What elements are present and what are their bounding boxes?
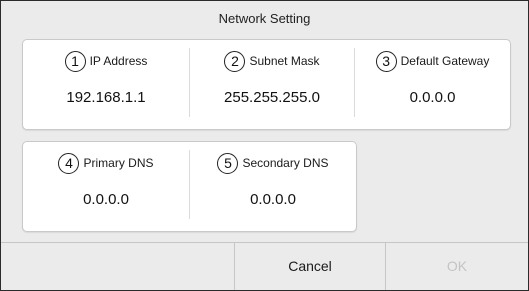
number-5-icon: 5 (217, 152, 239, 174)
subnet-mask-label: Subnet Mask (249, 54, 320, 68)
secondary-dns-label: Secondary DNS (242, 156, 329, 170)
dns-card: 4 Primary DNS 0.0.0.0 5 Secondary DNS 0.… (22, 141, 357, 232)
address-card: 1 IP Address 192.168.1.1 2 Subnet Mask 2… (22, 39, 511, 130)
network-setting-dialog: Network Setting 1 IP Address 192.168.1.1… (0, 0, 529, 291)
ip-address-value: 192.168.1.1 (66, 89, 146, 106)
primary-dns-value: 0.0.0.0 (83, 191, 129, 208)
secondary-dns-field[interactable]: 5 Secondary DNS 0.0.0.0 (190, 142, 356, 231)
ip-address-header: 1 IP Address (23, 49, 189, 73)
default-gateway-value: 0.0.0.0 (409, 89, 456, 106)
default-gateway-label: Default Gateway (400, 54, 490, 68)
dialog-title: Network Setting (218, 11, 311, 26)
ip-address-label: IP Address (89, 54, 148, 68)
number-4-icon: 4 (58, 152, 80, 174)
number-1-icon: 1 (64, 50, 86, 72)
secondary-dns-value: 0.0.0.0 (250, 191, 296, 208)
subnet-mask-value: 255.255.255.0 (224, 89, 320, 106)
number-2-icon: 2 (224, 50, 246, 72)
ip-address-field[interactable]: 1 IP Address 192.168.1.1 (23, 40, 189, 129)
cancel-button[interactable]: Cancel (235, 243, 385, 289)
primary-dns-field[interactable]: 4 Primary DNS 0.0.0.0 (23, 142, 189, 231)
primary-dns-header: 4 Primary DNS (23, 151, 189, 175)
button-bar: Cancel OK (1, 242, 528, 290)
number-3-icon: 3 (375, 50, 397, 72)
default-gateway-header: 3 Default Gateway (355, 49, 510, 73)
subnet-mask-header: 2 Subnet Mask (190, 49, 354, 73)
primary-dns-label: Primary DNS (83, 156, 154, 170)
subnet-mask-field[interactable]: 2 Subnet Mask 255.255.255.0 (190, 40, 354, 129)
ok-button[interactable]: OK (386, 243, 528, 289)
secondary-dns-header: 5 Secondary DNS (190, 151, 356, 175)
default-gateway-field[interactable]: 3 Default Gateway 0.0.0.0 (355, 40, 510, 129)
